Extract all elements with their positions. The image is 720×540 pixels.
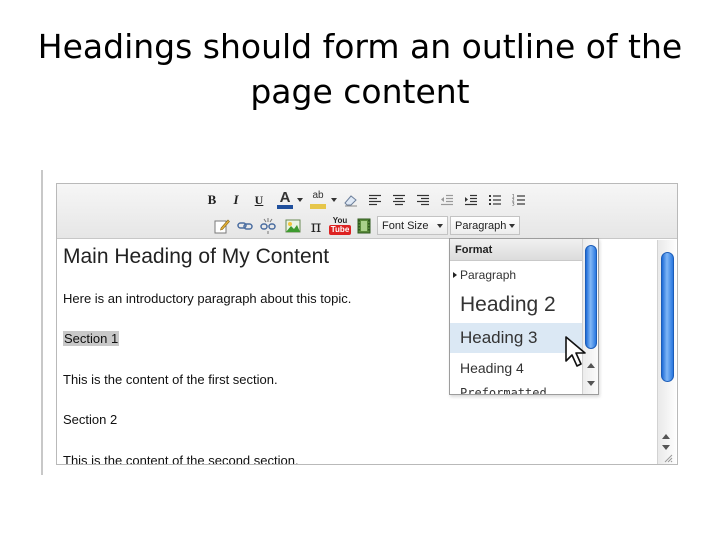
section-2-heading: Section 2 (63, 412, 118, 427)
font-color-button[interactable]: A (274, 188, 296, 210)
unlink-icon[interactable] (258, 216, 278, 236)
youtube-label-top: You (332, 215, 348, 225)
editor-toolbar: B I U A ab 1 2 3 π You Tube Font Size Pa… (57, 184, 677, 239)
svg-text:3: 3 (512, 202, 515, 207)
font-color-icon: A (279, 188, 291, 206)
format-menu-scroll-thumb[interactable] (585, 245, 597, 349)
bulleted-list-icon[interactable] (486, 190, 504, 210)
align-left-icon[interactable] (366, 190, 384, 210)
chevron-down-icon (437, 224, 443, 228)
scroll-down-icon[interactable] (662, 445, 670, 450)
mouse-cursor-icon (565, 336, 586, 367)
editor-scroll-thumb[interactable] (661, 252, 674, 382)
resize-grip-icon[interactable] (663, 453, 673, 463)
insert-image-icon[interactable] (283, 216, 303, 236)
slide-title: Headings should form an outline of the p… (20, 24, 700, 114)
section-1-body: This is the content of the first section… (63, 372, 278, 387)
chevron-down-icon (509, 224, 515, 228)
font-size-dropdown[interactable]: Font Size (377, 216, 448, 235)
format-value: Paragraph (455, 219, 507, 232)
caret-right-icon (453, 272, 457, 278)
numbered-list-icon[interactable]: 123 (510, 190, 528, 210)
youtube-icon[interactable]: You Tube (328, 213, 352, 237)
section-1-heading[interactable]: Section 1 (63, 331, 120, 346)
highlight-swatch (310, 203, 326, 209)
eraser-icon[interactable] (342, 190, 360, 210)
bold-button[interactable]: B (203, 190, 221, 210)
italic-button[interactable]: I (227, 190, 245, 210)
format-option-paragraph[interactable]: Paragraph (450, 265, 582, 285)
outdent-icon[interactable] (438, 190, 456, 210)
align-center-icon[interactable] (390, 190, 408, 210)
youtube-label-bottom: Tube (328, 224, 352, 235)
format-dropdown[interactable]: Paragraph (450, 216, 520, 235)
slide-title-line-1: Headings should form an outline of the (37, 27, 683, 66)
format-option-heading-4[interactable]: Heading 4 (450, 356, 582, 380)
underline-button[interactable]: U (250, 190, 268, 210)
selected-text: Section 1 (63, 331, 120, 346)
slide-divider (41, 170, 43, 475)
link-icon[interactable] (235, 216, 255, 236)
editor-scrollbar[interactable] (657, 240, 676, 464)
insert-symbol-button[interactable]: π (307, 216, 325, 236)
font-size-value: Font Size (382, 219, 429, 232)
format-menu-scrollbar[interactable] (582, 239, 598, 394)
main-heading: Main Heading of My Content (63, 245, 330, 268)
insert-video-icon[interactable] (355, 216, 373, 236)
highlight-icon: ab (312, 189, 324, 201)
format-menu: Format Paragraph Heading 2 Heading 3 Hea… (449, 238, 599, 395)
scroll-up-icon[interactable] (662, 434, 670, 439)
format-option-heading-3[interactable]: Heading 3 (450, 323, 582, 353)
edit-html-icon[interactable] (212, 216, 232, 236)
highlight-color-button[interactable]: ab (307, 188, 329, 210)
format-menu-header: Format (450, 239, 582, 261)
scroll-down-icon[interactable] (587, 381, 595, 386)
intro-paragraph: Here is an introductory paragraph about … (63, 291, 352, 306)
highlight-dropdown-arrow[interactable] (330, 190, 338, 210)
section-2-body: This is the content of the second sectio… (63, 453, 299, 465)
font-color-swatch (277, 204, 293, 209)
format-option-preformatted[interactable]: Preformatted (450, 383, 582, 394)
indent-icon[interactable] (462, 190, 480, 210)
font-color-dropdown-arrow[interactable] (296, 190, 304, 210)
align-right-icon[interactable] (414, 190, 432, 210)
format-option-heading-2[interactable]: Heading 2 (450, 289, 582, 321)
slide-title-line-2: page content (250, 72, 470, 111)
